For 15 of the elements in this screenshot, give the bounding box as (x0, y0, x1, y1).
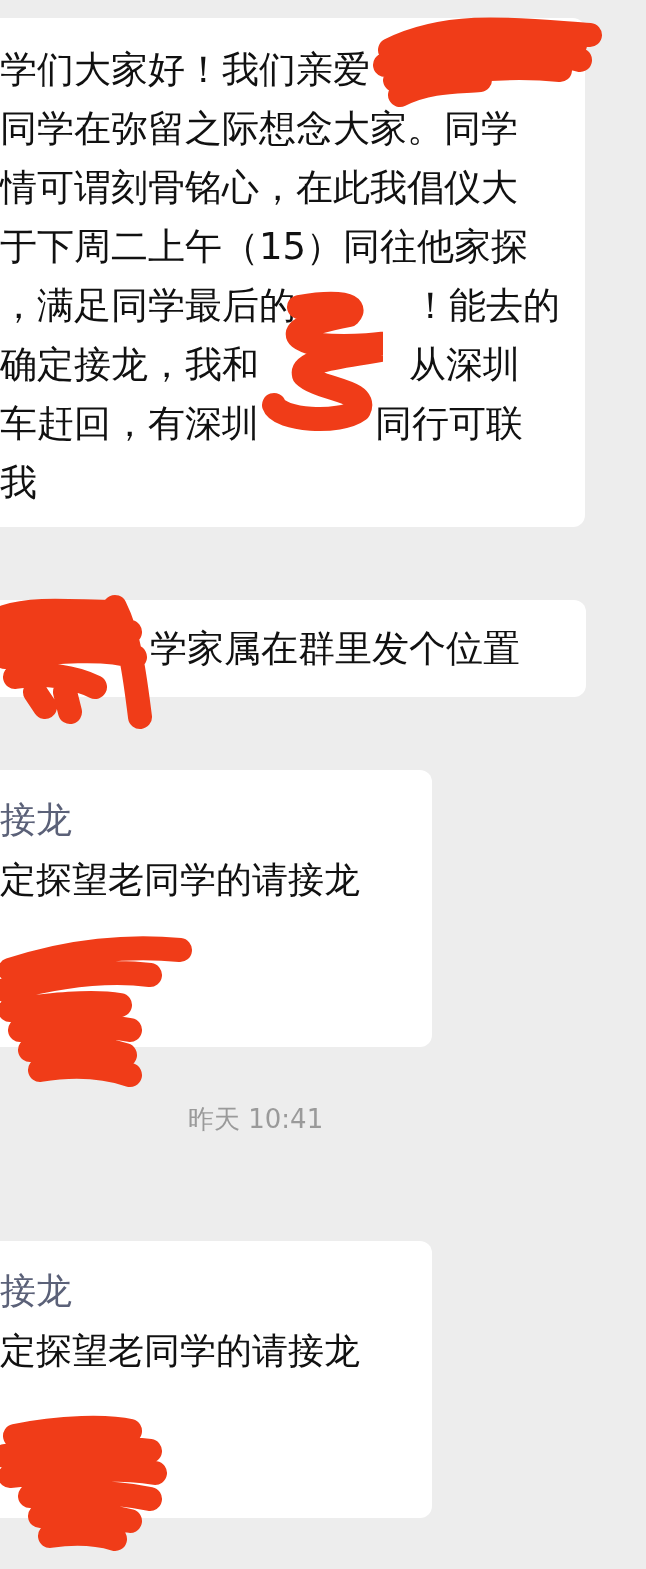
solitaire-title: 接龙 (0, 797, 73, 842)
message-text: 学家属在群里发个位置 (150, 625, 520, 672)
timestamp: 昨天 10:41 (187, 1103, 324, 1136)
solitaire-text: 定探望老同学的请接龙 (0, 857, 361, 902)
message-text: 我 (0, 459, 37, 506)
message-text: ！能去的 (412, 282, 560, 329)
message-text: 车赶回，有深圳 (0, 400, 259, 447)
message-text: 从深圳 (409, 341, 520, 388)
message-text: 同行可联 (375, 400, 523, 447)
message-text: 确定接龙，我和 (0, 341, 259, 388)
message-text: 学们大家好！我们亲爱 (0, 46, 370, 93)
message-text: 同学在弥留之际想念大家。同学 (0, 105, 518, 152)
solitaire-title: 接龙 (0, 1268, 73, 1313)
message-text: 于下周二上午（15）同往他家探 (0, 223, 529, 270)
solitaire-text: 定探望老同学的请接龙 (0, 1328, 361, 1373)
